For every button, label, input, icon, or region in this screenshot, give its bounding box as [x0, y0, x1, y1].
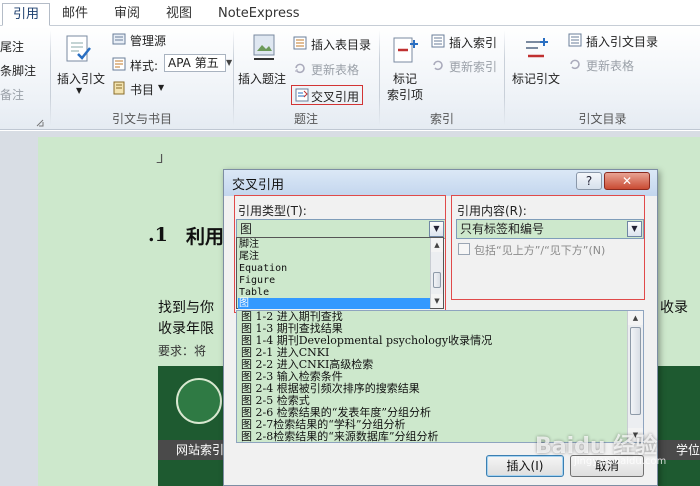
insert-caption-icon[interactable]	[250, 34, 278, 64]
scroll-thumb[interactable]	[630, 327, 641, 415]
mark-citation-icon[interactable]	[522, 34, 550, 64]
dialog-title-bar[interactable]: 交叉引用 ? ✕	[224, 170, 657, 196]
manage-sources-icon[interactable]	[112, 32, 126, 49]
ribbon-tab-bar: 引用 邮件 审阅 视图 NoteExpress	[0, 0, 700, 26]
group-label-index: 索引	[429, 112, 454, 126]
endnote-partial[interactable]: 尾注	[0, 38, 24, 55]
style-select[interactable]: APA 第五	[164, 54, 226, 72]
university-emblem-icon	[176, 378, 222, 424]
chevron-down-icon[interactable]: ▼	[76, 86, 82, 95]
website-nav-text: 网站索引	[176, 443, 225, 457]
bibliography-button[interactable]: 书目	[130, 81, 154, 98]
insert-caption-button[interactable]: 插入题注	[238, 70, 286, 87]
heading-number: .1	[148, 224, 168, 246]
insert-index-button[interactable]: 插入索引	[449, 34, 497, 51]
paragraph-line-2: 收录年限	[158, 321, 214, 337]
tab-mailings[interactable]: 邮件	[52, 3, 98, 26]
ribbon: 尾注 条脚注 备注 插入引文 ▼ 管理源 样式: APA 第五 ▼ 书目 ▼ 引…	[0, 26, 700, 130]
paragraph-line-1-right: 收录	[660, 300, 688, 316]
requirement-line: 要求：将	[158, 344, 207, 358]
refresh-icon	[568, 57, 582, 74]
update-toa-button[interactable]: 更新表格	[586, 57, 634, 74]
cross-reference-icon[interactable]	[295, 88, 309, 105]
mark-entry-label[interactable]: 标记	[393, 70, 417, 87]
mark-citation-button[interactable]: 标记引文	[512, 70, 560, 87]
mark-entry-label-line2[interactable]: 索引项	[387, 86, 423, 103]
insert-toa-icon[interactable]	[568, 33, 582, 50]
help-button[interactable]: ?	[576, 172, 602, 190]
style-label: 样式:	[130, 59, 159, 73]
text-cursor: ᒧ	[156, 152, 164, 166]
show-notes-partial[interactable]: 备注	[0, 86, 24, 103]
insert-table-of-figures-button[interactable]: 插入表目录	[311, 36, 371, 53]
annotation-red-box	[234, 195, 446, 313]
tab-references[interactable]: 引用	[2, 3, 51, 26]
update-index-button[interactable]: 更新索引	[449, 58, 497, 75]
website-nav-text-right: 学位	[676, 443, 700, 457]
list-item[interactable]: 图 2-8检索结果的“来源数据库”分组分析	[241, 431, 438, 443]
insert-citation-icon[interactable]	[64, 34, 92, 64]
insert-citation-button[interactable]: 插入引文	[57, 70, 105, 87]
tab-review[interactable]: 审阅	[104, 3, 150, 26]
insert-toa-button[interactable]: 插入引文目录	[586, 33, 658, 50]
insert-index-icon[interactable]	[431, 34, 445, 51]
list-scrollbar[interactable]: ▲ ▼	[627, 311, 643, 442]
refresh-icon	[293, 61, 307, 78]
ribbon-separator	[50, 30, 51, 126]
dialog-title: 交叉引用	[232, 178, 285, 193]
cross-reference-button[interactable]: 交叉引用	[311, 88, 359, 105]
update-table-button[interactable]: 更新表格	[311, 61, 359, 78]
paragraph-line-1: 找到与你	[158, 300, 214, 316]
watermark-url: jingyan.baidu.com	[574, 456, 667, 467]
close-button[interactable]: ✕	[604, 172, 650, 190]
tab-view[interactable]: 视图	[156, 3, 202, 26]
dialog-launcher-icon[interactable]	[36, 116, 44, 130]
style-icon	[112, 57, 126, 74]
mark-entry-icon[interactable]	[392, 34, 420, 64]
annotation-red-box	[451, 195, 645, 300]
manage-sources-button[interactable]: 管理源	[130, 32, 166, 49]
refresh-icon	[431, 58, 445, 75]
heading-text: 利用	[186, 226, 225, 248]
chevron-down-icon[interactable]: ▼	[226, 54, 236, 72]
group-label-toa: 引文目录	[578, 112, 627, 126]
bibliography-icon[interactable]	[112, 81, 126, 98]
group-label-citations: 引文与书目	[111, 112, 172, 126]
group-label-captions: 题注	[293, 112, 318, 126]
table-of-figures-icon[interactable]	[293, 36, 307, 53]
tab-noteexpress[interactable]: NoteExpress	[208, 3, 310, 26]
next-footnote-partial[interactable]: 条脚注	[0, 62, 36, 79]
scroll-up-icon[interactable]: ▲	[628, 311, 643, 325]
reference-item-list[interactable]: 图 1-2 进入期刊查找 图 1-3 期刊查找结果 图 1-4 期刊Develo…	[236, 310, 644, 443]
chevron-down-icon[interactable]: ▼	[158, 83, 164, 92]
